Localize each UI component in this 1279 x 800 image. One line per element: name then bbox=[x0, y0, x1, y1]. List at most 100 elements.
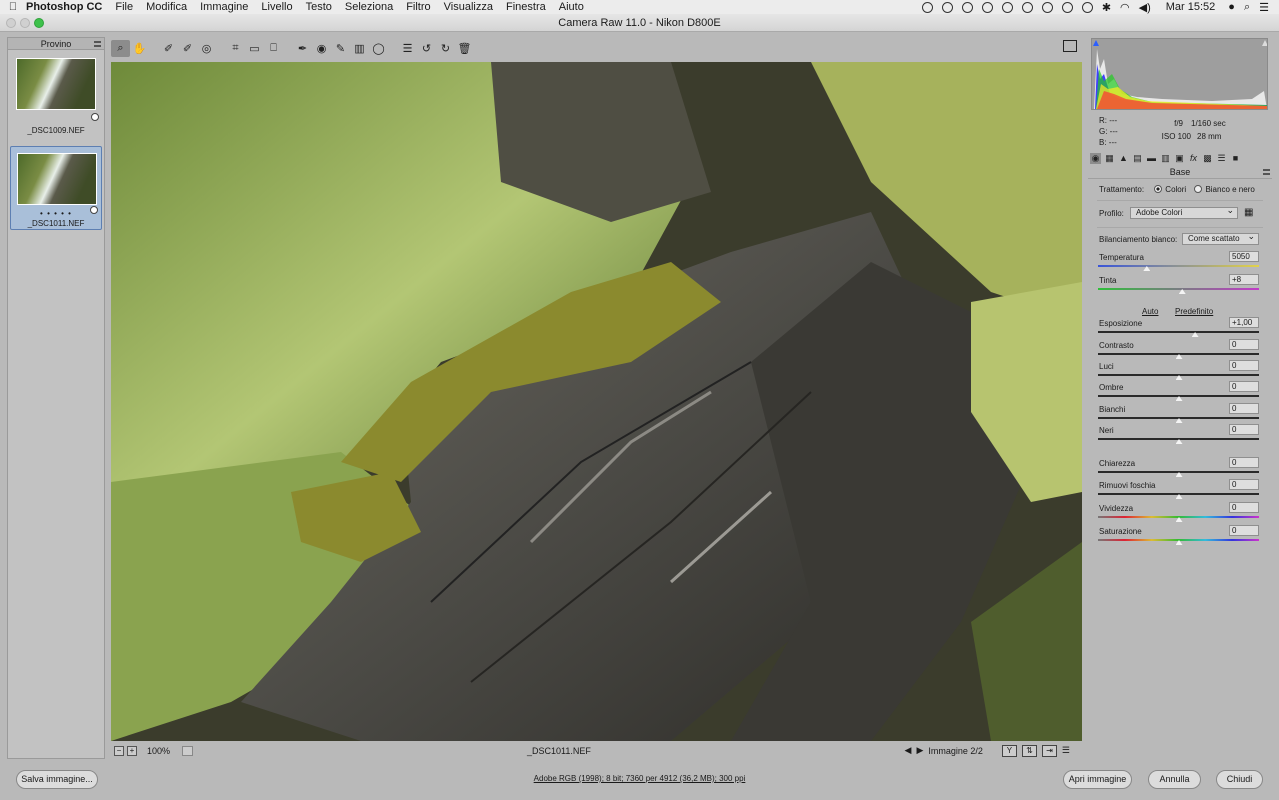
transform-tool-icon[interactable]: ⎕ bbox=[264, 40, 283, 57]
menu-modifica[interactable]: Modifica bbox=[146, 1, 187, 13]
menu-immagine[interactable]: Immagine bbox=[200, 1, 248, 13]
radial-filter-tool-icon[interactable]: ◯ bbox=[369, 40, 388, 57]
cloud-icon[interactable] bbox=[961, 1, 973, 13]
filmstrip-menu-icon[interactable] bbox=[94, 41, 101, 47]
dropbox-icon[interactable] bbox=[1041, 1, 1053, 13]
sync-icon[interactable] bbox=[1001, 1, 1013, 13]
toggle-fullscreen-icon[interactable] bbox=[1063, 40, 1077, 52]
menu-testo[interactable]: Testo bbox=[306, 1, 332, 13]
menu-aiuto[interactable]: Aiuto bbox=[559, 1, 584, 13]
tab-detail-icon[interactable]: ▲ bbox=[1118, 153, 1129, 164]
tab-hsl-icon[interactable]: ▤ bbox=[1132, 153, 1143, 164]
slider-value-input[interactable]: +8 bbox=[1229, 274, 1259, 285]
skype-icon[interactable] bbox=[921, 1, 933, 13]
slider-value-input[interactable]: 0 bbox=[1229, 525, 1259, 536]
slider-track[interactable] bbox=[1098, 438, 1259, 440]
tab-split-toning-icon[interactable]: ▬ bbox=[1146, 153, 1157, 164]
notification-center-icon[interactable]: ☰ bbox=[1259, 1, 1269, 14]
swap-settings-icon[interactable]: ⇅ bbox=[1021, 744, 1037, 757]
preview-settings-icon[interactable]: ☰ bbox=[1062, 745, 1070, 756]
volume-icon[interactable]: ◀) bbox=[1139, 1, 1151, 14]
filmstrip-thumb[interactable]: _DSC1009.NEF bbox=[10, 55, 102, 139]
slider-value-input[interactable]: 0 bbox=[1229, 339, 1259, 350]
slider-track[interactable] bbox=[1098, 353, 1259, 355]
zoom-tool-icon[interactable]: ⌕ bbox=[111, 39, 130, 57]
menu-file[interactable]: File bbox=[115, 1, 133, 13]
apple-icon[interactable]:  bbox=[0, 1, 26, 13]
slider-track[interactable] bbox=[1098, 539, 1259, 541]
bluetooth-manager-icon[interactable] bbox=[1021, 1, 1033, 13]
app-menu[interactable]: Photoshop CC bbox=[26, 1, 102, 13]
next-image-icon[interactable]: ▶ bbox=[916, 745, 923, 756]
tab-calibration-icon[interactable]: ▩ bbox=[1202, 153, 1213, 164]
targeted-adjustment-tool-icon[interactable]: ◎ bbox=[197, 40, 216, 57]
adjustment-brush-tool-icon[interactable]: ✎ bbox=[331, 40, 350, 57]
time-machine-icon[interactable] bbox=[1081, 1, 1093, 13]
slider-value-input[interactable]: 0 bbox=[1229, 457, 1259, 468]
rotate-left-icon[interactable]: ↺ bbox=[417, 40, 436, 57]
cast-icon[interactable] bbox=[1061, 1, 1073, 13]
zoom-dropdown[interactable] bbox=[182, 745, 194, 756]
treatment-color-option[interactable]: Colori bbox=[1154, 185, 1186, 194]
rating-stars[interactable]: • • • • • bbox=[11, 209, 101, 218]
crop-tool-icon[interactable]: ⌗ bbox=[226, 40, 245, 57]
menu-visualizza[interactable]: Visualizza bbox=[444, 1, 493, 13]
slider-value-input[interactable]: 0 bbox=[1229, 403, 1259, 414]
profile-dropdown[interactable]: Adobe Colori bbox=[1130, 205, 1238, 219]
user-icon[interactable]: ● bbox=[1228, 1, 1235, 13]
default-button[interactable]: Predefinito bbox=[1175, 307, 1213, 316]
tab-basic-icon[interactable]: ◉ bbox=[1090, 152, 1101, 164]
slider-value-input[interactable]: 0 bbox=[1229, 424, 1259, 435]
tab-tone-curve-icon[interactable]: ▦ bbox=[1104, 153, 1115, 164]
filmstrip-thumb-selected[interactable]: • • • • • _DSC1011.NEF bbox=[10, 146, 102, 230]
tab-lens-icon[interactable]: ▥ bbox=[1160, 153, 1171, 164]
slider-track[interactable] bbox=[1098, 471, 1259, 473]
wifi-icon[interactable]: ◠ bbox=[1120, 1, 1130, 14]
slider-track[interactable] bbox=[1098, 516, 1259, 518]
slider-value-input[interactable]: 0 bbox=[1229, 381, 1259, 392]
rotate-right-icon[interactable]: ↻ bbox=[436, 40, 455, 57]
tab-transform-icon[interactable]: ▣ bbox=[1174, 153, 1185, 164]
slider-track[interactable] bbox=[1098, 374, 1259, 376]
slider-track[interactable] bbox=[1098, 395, 1259, 397]
bluetooth-icon[interactable]: ✱ bbox=[1102, 1, 1111, 14]
tab-effects-icon[interactable]: fx bbox=[1188, 153, 1199, 164]
slider-track[interactable] bbox=[1098, 265, 1259, 267]
menu-livello[interactable]: Livello bbox=[261, 1, 292, 13]
open-image-button[interactable]: Apri immagine bbox=[1063, 770, 1132, 789]
slider-track[interactable] bbox=[1098, 288, 1259, 290]
slider-track[interactable] bbox=[1098, 417, 1259, 419]
graduated-filter-tool-icon[interactable]: ▥ bbox=[350, 40, 369, 57]
preferences-icon[interactable]: ☰ bbox=[398, 40, 417, 57]
cancel-button[interactable]: Annulla bbox=[1148, 770, 1201, 789]
slider-value-input[interactable]: 0 bbox=[1229, 360, 1259, 371]
copy-settings-icon[interactable]: ⇥ bbox=[1041, 744, 1057, 757]
profile-browser-icon[interactable]: ▦ bbox=[1244, 207, 1253, 218]
zoom-out-button[interactable]: − bbox=[114, 745, 124, 756]
auto-button[interactable]: Auto bbox=[1142, 307, 1158, 316]
spot-removal-tool-icon[interactable]: ✒ bbox=[293, 40, 312, 57]
slider-value-input[interactable]: 5050 bbox=[1229, 251, 1259, 262]
previous-image-icon[interactable]: ◀ bbox=[905, 745, 912, 756]
slider-value-input[interactable]: 0 bbox=[1229, 479, 1259, 490]
creative-cloud-icon[interactable] bbox=[941, 1, 953, 13]
tab-snapshots-icon[interactable]: ■ bbox=[1230, 153, 1241, 164]
wb-dropdown[interactable]: Come scattato bbox=[1182, 231, 1259, 245]
menu-filtro[interactable]: Filtro bbox=[406, 1, 430, 13]
slider-track[interactable] bbox=[1098, 493, 1259, 495]
red-eye-tool-icon[interactable]: ◉ bbox=[312, 40, 331, 57]
color-sampler-tool-icon[interactable]: ✐ bbox=[178, 40, 197, 57]
close-window-button[interactable] bbox=[6, 18, 16, 28]
done-button[interactable]: Chiudi bbox=[1216, 770, 1263, 789]
treatment-bw-option[interactable]: Bianco e nero bbox=[1194, 185, 1255, 194]
menu-finestra[interactable]: Finestra bbox=[506, 1, 546, 13]
slider-track[interactable] bbox=[1098, 331, 1259, 333]
slider-value-input[interactable]: 0 bbox=[1229, 502, 1259, 513]
spotlight-icon[interactable]: ⌕ bbox=[1244, 1, 1250, 14]
image-preview[interactable] bbox=[111, 62, 1082, 741]
before-after-toggle-icon[interactable]: Y bbox=[1001, 744, 1017, 757]
white-balance-tool-icon[interactable]: ✐ bbox=[159, 40, 178, 57]
zoom-in-button[interactable]: + bbox=[127, 745, 137, 756]
menu-seleziona[interactable]: Seleziona bbox=[345, 1, 393, 13]
panel-menu-icon[interactable] bbox=[1263, 169, 1270, 175]
